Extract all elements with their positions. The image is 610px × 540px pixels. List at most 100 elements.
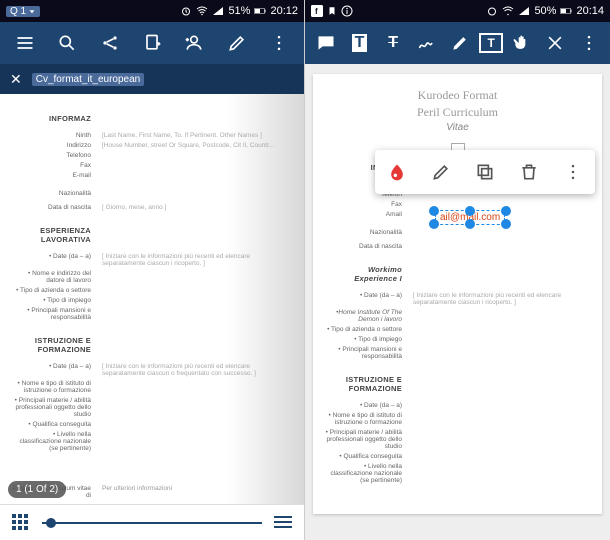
copy-button[interactable] — [470, 157, 500, 187]
pan-button[interactable] — [507, 28, 537, 58]
hint-name: [Last Name, First Name, To. If Pertinent… — [97, 132, 292, 139]
hint-edu: [ Iniziare con le informazioni più recen… — [97, 363, 292, 377]
annotation-context-menu — [375, 150, 595, 194]
field-resp: • Principali mansioni e responsabilità — [323, 346, 408, 360]
bottom-toolbar — [0, 504, 304, 540]
strikethrough-button[interactable]: T — [378, 28, 408, 58]
slider-thumb[interactable] — [46, 518, 56, 528]
draw-button[interactable] — [445, 28, 475, 58]
hint-address: [House Number, street Or Square, Postcod… — [97, 142, 292, 149]
field-birthdate: Data di nascita — [323, 243, 408, 250]
document-filename[interactable]: Cv_format_it_european — [32, 73, 145, 86]
battery-pct: 51% — [228, 5, 250, 17]
clock: 20:12 — [270, 5, 298, 17]
field-address: Indirizzo — [12, 142, 97, 149]
section-education: ISTRUZIONE E FORMAZIONE — [323, 375, 408, 393]
clock: 20:14 — [576, 5, 604, 17]
hint-exp: [ Iniziare con le informazioni più recen… — [97, 253, 292, 267]
field-resp: • Principali mansioni e responsabilità — [12, 307, 97, 321]
resize-handle[interactable] — [429, 206, 439, 216]
battery-icon — [254, 5, 266, 17]
document-viewport[interactable]: Kurodeo Format Peril Curriculum Vitae IN… — [305, 64, 610, 540]
document-tab-strip: ✕ Cv_format_it_european — [0, 64, 304, 94]
field-institute: • Nome e tipo di istituto di istruzione … — [323, 412, 408, 426]
signature-button[interactable] — [412, 28, 442, 58]
svg-text:f: f — [315, 7, 318, 16]
annotation-toolbar: T T T — [305, 22, 610, 64]
alarm-icon — [486, 5, 498, 17]
field-edu-date: • Date (da – a) — [323, 402, 408, 409]
hint-exp: [ Iniziare con le informazioni più recen… — [408, 292, 592, 306]
resize-handle[interactable] — [429, 219, 439, 229]
field-subjects: • Principali materie / abilità professio… — [323, 429, 408, 450]
edit-button[interactable] — [426, 157, 456, 187]
section-info: INFORMAZ — [12, 114, 97, 123]
highlight-button[interactable]: T — [344, 28, 374, 58]
bookmark-icon — [327, 5, 337, 17]
share-button[interactable] — [95, 28, 125, 58]
signal-icon — [212, 5, 224, 17]
overflow-button[interactable] — [264, 28, 294, 58]
field-email: Amail — [323, 211, 408, 218]
selected-annotation[interactable]: ail@mail.com — [435, 210, 505, 225]
field-fax: Fax — [323, 201, 408, 208]
status-label: Q 1 — [10, 6, 26, 17]
hint-birth: [ Giorno, mese, anno ] — [97, 204, 292, 211]
right-screenshot: f 50% 20:14 T T T Kurodeo Format Peril C… — [305, 0, 610, 540]
color-button[interactable] — [382, 157, 412, 187]
field-nationality: Nazionalità — [12, 190, 97, 197]
field-institute: • Nome e tipo di istituto di istruzione … — [12, 380, 97, 394]
left-screenshot: Q 1 51% 20:12 ✕ Cv_format_it_european IN… — [0, 0, 305, 540]
field-nationality: Nazionalità — [323, 229, 408, 236]
more-button[interactable] — [558, 157, 588, 187]
field-biztype: • Tipo di azienda o settore — [323, 326, 408, 333]
field-date: • Date (da – a) — [323, 292, 408, 306]
footer-info: Per ulteriori informazioni — [97, 485, 292, 499]
field-birthdate: Data di nascita — [12, 204, 97, 211]
field-qualification: • Qualifica conseguita — [12, 421, 97, 428]
add-page-button[interactable] — [137, 28, 167, 58]
comment-button[interactable] — [311, 28, 341, 58]
field-fax: Fax — [12, 162, 97, 169]
close-button[interactable] — [540, 28, 570, 58]
field-role: • Tipo di impiego — [12, 297, 97, 304]
search-button[interactable] — [52, 28, 82, 58]
recent-apps-indicator: Q 1 — [6, 6, 40, 17]
field-biztype: • Tipo di azienda o settore — [12, 287, 97, 294]
battery-icon — [560, 5, 572, 17]
field-role: • Tipo di impiego — [323, 336, 408, 343]
facebook-icon: f — [311, 5, 323, 17]
alarm-icon — [180, 5, 192, 17]
page-slider[interactable] — [42, 522, 262, 524]
section-experience: Workimo Experience I — [323, 265, 408, 283]
document-viewport[interactable]: INFORMAZ Ninth[Last Name, First Name, To… — [0, 94, 304, 540]
overflow-button[interactable] — [574, 28, 604, 58]
status-bar: f 50% 20:14 — [305, 0, 610, 22]
info-icon — [341, 5, 353, 17]
delete-button[interactable] — [514, 157, 544, 187]
field-employer: •Home Institute Of The Demon i lavoro — [323, 309, 408, 323]
field-date: • Date (da – a) — [12, 253, 97, 267]
edit-button[interactable] — [222, 28, 252, 58]
outline-list-button[interactable] — [274, 516, 292, 530]
page-indicator: 1 (1 Of 2) — [8, 481, 66, 498]
doc-title-2: Peril Curriculum — [323, 105, 592, 120]
field-ninth: Ninth — [12, 132, 97, 139]
field-level: • Livello nella classificazione nazional… — [12, 431, 97, 452]
doc-title-3: Vitae — [323, 122, 592, 133]
field-edu-date: • Date (da – a) — [12, 363, 97, 377]
wifi-icon — [196, 5, 208, 17]
field-subjects: • Principali materie / abilità professio… — [12, 397, 97, 418]
thumbnail-grid-button[interactable] — [12, 514, 30, 532]
text-box-button[interactable]: T — [479, 33, 503, 53]
close-tab-icon[interactable]: ✕ — [10, 71, 22, 88]
add-user-button[interactable] — [179, 28, 209, 58]
field-email: E-mail — [12, 172, 97, 179]
wifi-icon — [502, 5, 514, 17]
battery-pct: 50% — [534, 5, 556, 17]
main-toolbar — [0, 22, 304, 64]
doc-title-1: Kurodeo Format — [323, 88, 592, 103]
signal-icon — [518, 5, 530, 17]
menu-button[interactable] — [10, 28, 40, 58]
field-level: • Livello nella classificazione nazional… — [323, 463, 408, 484]
